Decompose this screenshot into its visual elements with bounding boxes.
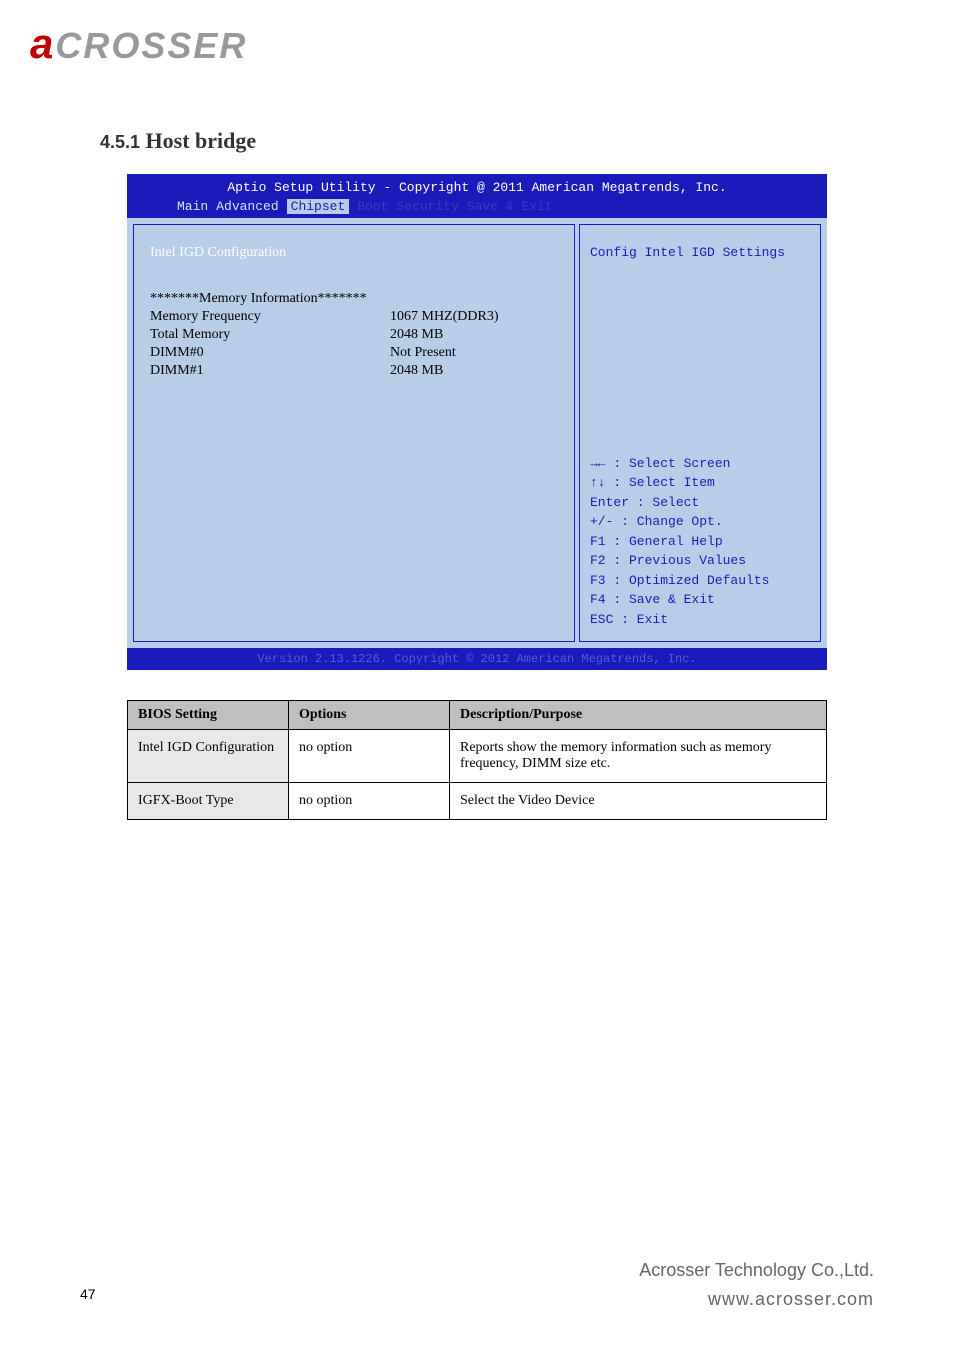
section-title-text: Host bridge [146,128,257,153]
bios-mem-row: DIMM#0 Not Present [150,345,558,361]
col-header-setting: BIOS Setting [128,701,289,730]
bios-selected-item[interactable]: Intel IGD Configuration [150,245,558,261]
cell-desc: Select the Video Device [450,783,827,820]
spec-table: BIOS Setting Options Description/Purpose… [127,700,827,820]
bios-help-line: →← : Select Screen [590,454,769,474]
bios-mem-value: 1067 MHZ(DDR3) [390,309,558,325]
cell-setting: Intel IGD Configuration [128,730,289,783]
cell-setting: IGFX-Boot Type [128,783,289,820]
bios-body: Intel IGD Configuration *******Memory In… [127,218,827,648]
col-header-options: Options [289,701,450,730]
bios-help-line: F2 : Previous Values [590,551,769,571]
bios-help-line: Enter : Select [590,493,769,513]
bios-main-panel: Intel IGD Configuration *******Memory In… [133,224,575,642]
bios-mem-label: DIMM#0 [150,345,390,361]
brand-logo: aCROSSER [30,20,247,68]
bios-tab-main[interactable]: Main [177,199,208,214]
bios-mem-heading: *******Memory Information******* [150,291,558,307]
header-logo-container: aCROSSER [0,0,954,88]
bios-tab-security[interactable]: Security [396,199,458,214]
bios-title-bar: Aptio Setup Utility - Copyright @ 2011 A… [127,174,827,195]
brand-logo-a: a [30,20,55,67]
bios-side-help-title: Config Intel IGD Settings [590,245,810,260]
bios-help-line: F3 : Optimized Defaults [590,571,769,591]
bios-help-line: F4 : Save & Exit [590,590,769,610]
bios-tab-saveexit[interactable]: Save & Exit [467,199,553,214]
bios-version-footer: Version 2.13.1226. Copyright © 2012 Amer… [127,648,827,670]
col-header-desc: Description/Purpose [450,701,827,730]
bios-mem-label: DIMM#1 [150,363,390,379]
section-number: 4.5.1 [100,132,140,152]
bios-tab-advanced[interactable]: Advanced [216,199,278,214]
footer-url: www.acrosser.com [639,1289,874,1310]
bios-mem-value: 2048 MB [390,363,558,379]
bios-mem-row: Memory Frequency 1067 MHZ(DDR3) [150,309,558,325]
bios-mem-row: DIMM#1 2048 MB [150,363,558,379]
bios-mem-value: Not Present [390,345,558,361]
bios-tab-boot[interactable]: Boot [357,199,388,214]
bios-side-panel: Config Intel IGD Settings →← : Select Sc… [579,224,821,642]
bios-help-line: F1 : General Help [590,532,769,552]
section-heading: 4.5.1 Host bridge [0,128,954,154]
bios-help-line: +/- : Change Opt. [590,512,769,532]
bios-mem-label: Total Memory [150,327,390,343]
bios-screenshot: Aptio Setup Utility - Copyright @ 2011 A… [127,174,827,670]
cell-options: no option [289,730,450,783]
bios-help-line: ESC : Exit [590,610,769,630]
footer-company: Acrosser Technology Co.,Ltd. [639,1260,874,1281]
table-row: Intel IGD Configuration no option Report… [128,730,827,783]
cell-desc: Reports show the memory information such… [450,730,827,783]
bios-tab-bar: Main Advanced Chipset Boot Security Save… [127,195,827,218]
page-number: 47 [80,1286,96,1302]
page-footer: Acrosser Technology Co.,Ltd. www.acrosse… [639,1260,874,1310]
bios-help-keys: →← : Select Screen ↑↓ : Select Item Ente… [590,454,769,630]
bios-mem-label: Memory Frequency [150,309,390,325]
cell-options: no option [289,783,450,820]
bios-tab-chipset[interactable]: Chipset [287,199,350,214]
table-header-row: BIOS Setting Options Description/Purpose [128,701,827,730]
table-row: IGFX-Boot Type no option Select the Vide… [128,783,827,820]
bios-mem-row: Total Memory 2048 MB [150,327,558,343]
bios-help-line: ↑↓ : Select Item [590,473,769,493]
bios-mem-value: 2048 MB [390,327,558,343]
